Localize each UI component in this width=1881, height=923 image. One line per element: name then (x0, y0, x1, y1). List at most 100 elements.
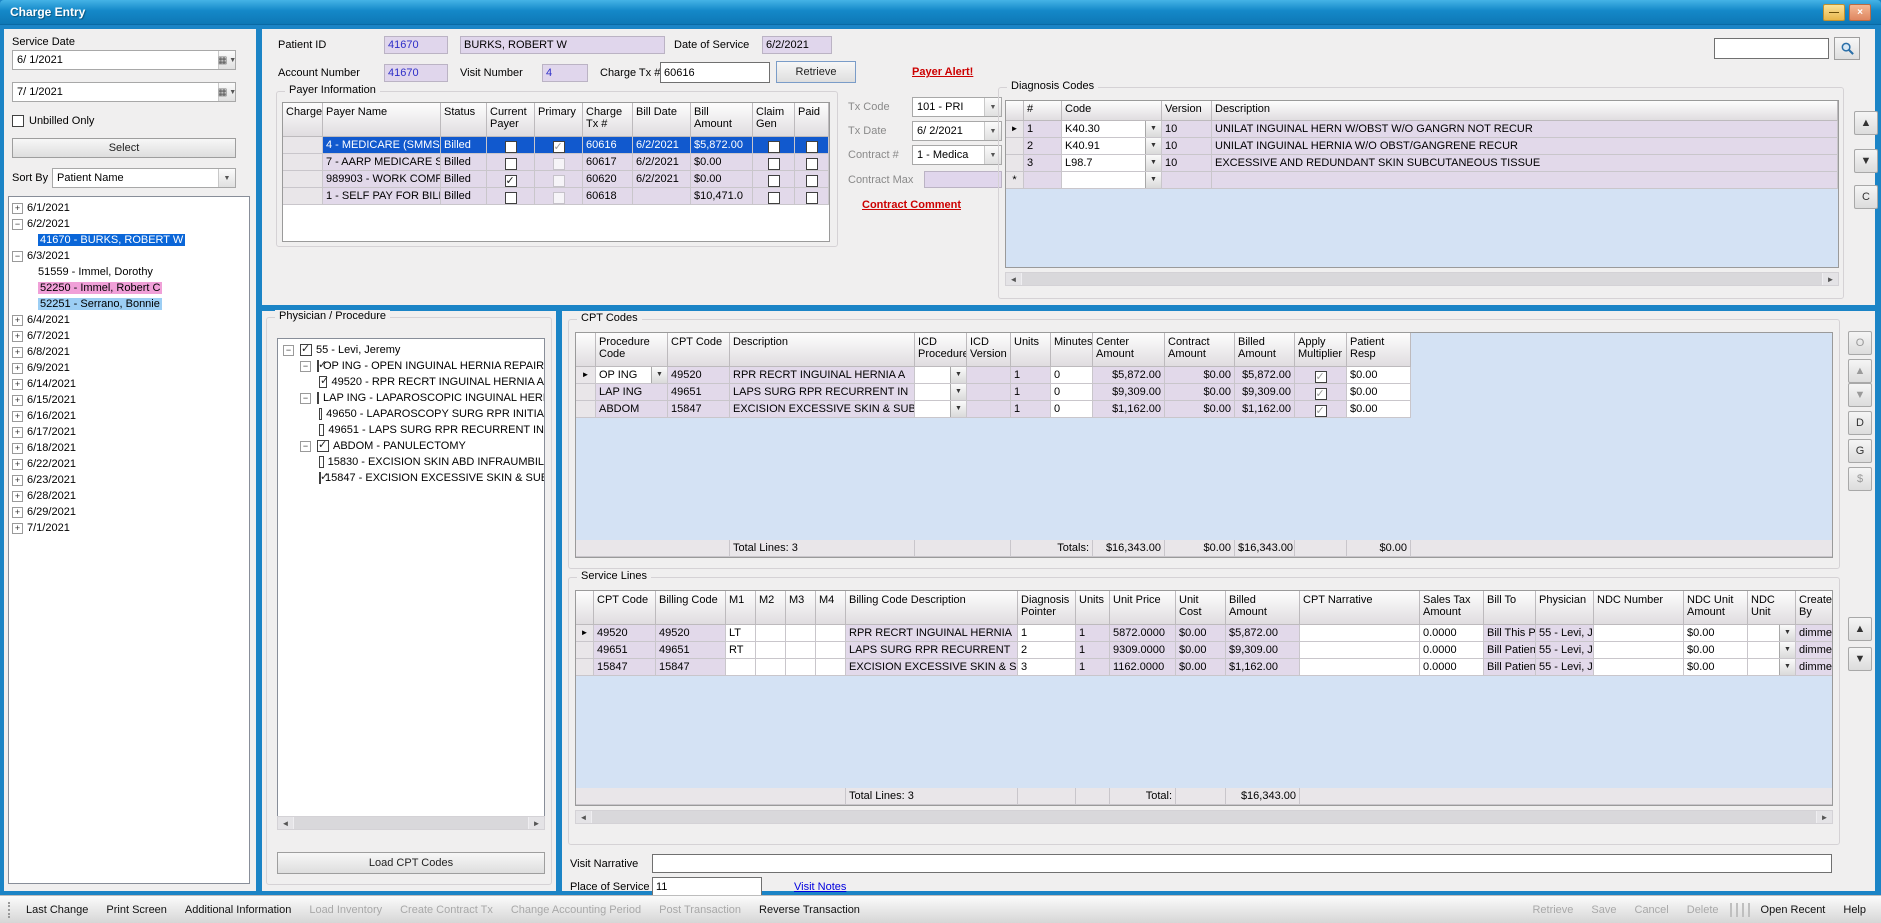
cpt-move-up-button[interactable]: ▲ (1848, 359, 1872, 383)
chevron-down-icon[interactable]: ▼ (218, 169, 235, 187)
current-payer[interactable] (487, 154, 535, 171)
current-payer-checkbox[interactable] (505, 175, 517, 187)
procedure-tree-node[interactable]: −ABDOM - PANULECTOMY (281, 438, 544, 454)
statusbar-help-button[interactable]: Help (1834, 904, 1875, 916)
primary[interactable] (535, 188, 583, 205)
tree-patient-label[interactable]: 52250 - Immel, Robert C (38, 282, 162, 294)
chevron-down-icon[interactable]: ▼ (950, 401, 966, 417)
paid-checkbox[interactable] (806, 158, 818, 170)
service-m1-cell[interactable]: RT (726, 642, 756, 659)
charge-tx-input[interactable] (660, 62, 770, 83)
procedure-tree-node[interactable]: 15847 - EXCISION EXCESSIVE SKIN & SUB (281, 470, 544, 486)
tree-expand-toggle[interactable]: − (300, 441, 311, 452)
procedure-tree-node[interactable]: −OP ING - OPEN INGUINAL HERNIA REPAIR (281, 358, 544, 374)
service-narr-cell[interactable] (1300, 642, 1420, 659)
scroll-right-icon[interactable]: ► (529, 817, 544, 829)
claim-gen[interactable] (753, 188, 795, 205)
ndc-unit-dropdown[interactable]: ▼ (1748, 625, 1796, 642)
service-diag-cell[interactable]: 2 (1018, 642, 1076, 659)
tree-expand-toggle[interactable]: − (300, 393, 311, 404)
claim-gen-checkbox[interactable] (768, 158, 780, 170)
service-move-up-button[interactable]: ▲ (1848, 617, 1872, 641)
tree-patient-label[interactable]: 41670 - BURKS, ROBERT W (38, 234, 185, 246)
apply-multiplier-checkbox[interactable] (1315, 388, 1327, 400)
paid[interactable] (795, 137, 829, 154)
contract-number-dropdown[interactable]: 1 - Medica▼ (912, 145, 1002, 165)
procedure-checkbox[interactable] (317, 440, 329, 452)
service-m4-cell[interactable] (816, 659, 846, 676)
date-tree-node[interactable]: +6/15/2021 (12, 392, 249, 408)
claim-gen-checkbox[interactable] (768, 141, 780, 153)
date-tree-node[interactable]: −6/3/2021 (12, 248, 249, 264)
scrollbar-thumb[interactable] (592, 811, 1816, 823)
cpt-g-button[interactable]: G (1848, 439, 1872, 463)
diagnosis-move-down-button[interactable]: ▼ (1854, 149, 1878, 173)
service-m3-cell[interactable] (786, 642, 816, 659)
paid[interactable] (795, 154, 829, 171)
service-m4-cell[interactable] (816, 625, 846, 642)
cpt-minutes-cell[interactable]: 0 (1051, 401, 1093, 418)
cpt-move-down-button[interactable]: ▼ (1848, 383, 1872, 407)
chevron-down-icon[interactable]: ▼ (651, 367, 667, 383)
tree-expand-toggle[interactable]: − (12, 219, 23, 230)
claim-gen[interactable] (753, 137, 795, 154)
place-of-service-input[interactable] (652, 877, 762, 897)
diagnosis-row[interactable]: 2K40.91▼10UNILAT INGUINAL HERNIA W/O OBS… (1006, 138, 1838, 155)
apply-multiplier[interactable] (1295, 384, 1347, 401)
chevron-down-icon[interactable]: ▼ (1779, 659, 1795, 675)
patient-tree-node[interactable]: 51559 - Immel, Dorothy (12, 264, 249, 280)
current-payer-checkbox[interactable] (505, 192, 517, 204)
tx-date-dropdown[interactable]: 6/ 2/2021▼ (912, 121, 1002, 141)
chevron-down-icon[interactable]: ▼ (1145, 172, 1161, 188)
search-button[interactable] (1834, 37, 1860, 60)
diagnosis-row[interactable]: 3L98.7▼10EXCESSIVE AND REDUNDANT SKIN SU… (1006, 155, 1838, 172)
statusbar-open-recent-button[interactable]: Open Recent (1752, 904, 1835, 916)
payer-row[interactable]: 4 - MEDICARE (SMMS0)Billed606166/2/2021$… (283, 137, 829, 154)
procedure-tree-node[interactable]: 49520 - RPR RECRT INGUINAL HERNIA A (281, 374, 544, 390)
service-tax-cell[interactable]: 0.0000 (1420, 625, 1484, 642)
service-line-row[interactable]: ►4952049520LTRPR RECRT INGUINAL HERNIA11… (576, 625, 1832, 642)
service-ndc-cell[interactable] (1594, 659, 1684, 676)
procedure-checkbox[interactable] (319, 408, 322, 420)
ndc-unit-dropdown[interactable]: ▼ (1748, 642, 1796, 659)
ndc-unit-dropdown[interactable]: ▼ (1748, 659, 1796, 676)
patient-tree-node[interactable]: 52250 - Immel, Robert C (12, 280, 249, 296)
cpt-row[interactable]: LAP ING49651LAPS SURG RPR RECURRENT IN▼1… (576, 384, 1832, 401)
chevron-down-icon[interactable]: ▼ (950, 367, 966, 383)
patient-tree-node[interactable]: 52251 - Serrano, Bonnie (12, 296, 249, 312)
tree-expand-toggle[interactable]: + (12, 331, 23, 342)
tree-patient-label[interactable]: 51559 - Immel, Dorothy (38, 266, 153, 278)
diagnosis-new-row[interactable]: *▼ (1006, 172, 1838, 189)
primary-checkbox[interactable] (553, 175, 565, 187)
service-m4-cell[interactable] (816, 642, 846, 659)
diagnosis-horizontal-scrollbar[interactable]: ◄► (1005, 272, 1839, 286)
diagnosis-code-dropdown[interactable]: L98.7▼ (1062, 155, 1162, 172)
unbilled-only-checkbox-row[interactable]: Unbilled Only (12, 115, 94, 127)
date-tree-node[interactable]: +6/7/2021 (12, 328, 249, 344)
claim-gen-checkbox[interactable] (768, 192, 780, 204)
service-m3-cell[interactable] (786, 625, 816, 642)
paid-checkbox[interactable] (806, 175, 818, 187)
primary[interactable] (535, 137, 583, 154)
cpt-procedure-code-dropdown[interactable]: OP ING▼ (596, 367, 668, 384)
procedure-checkbox[interactable] (317, 392, 319, 404)
chevron-down-icon[interactable]: ▼ (1779, 642, 1795, 658)
service-tax-cell[interactable]: 0.0000 (1420, 659, 1484, 676)
procedure-checkbox[interactable] (317, 360, 319, 372)
date-tree-node[interactable]: +6/9/2021 (12, 360, 249, 376)
paid[interactable] (795, 188, 829, 205)
claim-gen-checkbox[interactable] (768, 175, 780, 187)
current-payer-checkbox[interactable] (505, 141, 517, 153)
primary-checkbox[interactable] (553, 192, 565, 204)
patient-resp-cell[interactable]: $0.00 (1347, 401, 1411, 418)
scroll-right-icon[interactable]: ► (1817, 811, 1832, 823)
service-move-down-button[interactable]: ▼ (1848, 647, 1872, 671)
procedure-checkbox[interactable] (300, 344, 312, 356)
date-tree-node[interactable]: +6/8/2021 (12, 344, 249, 360)
service-lines-scrollbar[interactable]: ◄► (575, 810, 1833, 824)
service-narr-cell[interactable] (1300, 659, 1420, 676)
procedure-tree-node[interactable]: 49651 - LAPS SURG RPR RECURRENT IN (281, 422, 544, 438)
search-input[interactable] (1714, 38, 1829, 59)
date-tree-node[interactable]: +6/18/2021 (12, 440, 249, 456)
procedure-checkbox[interactable] (319, 376, 327, 388)
